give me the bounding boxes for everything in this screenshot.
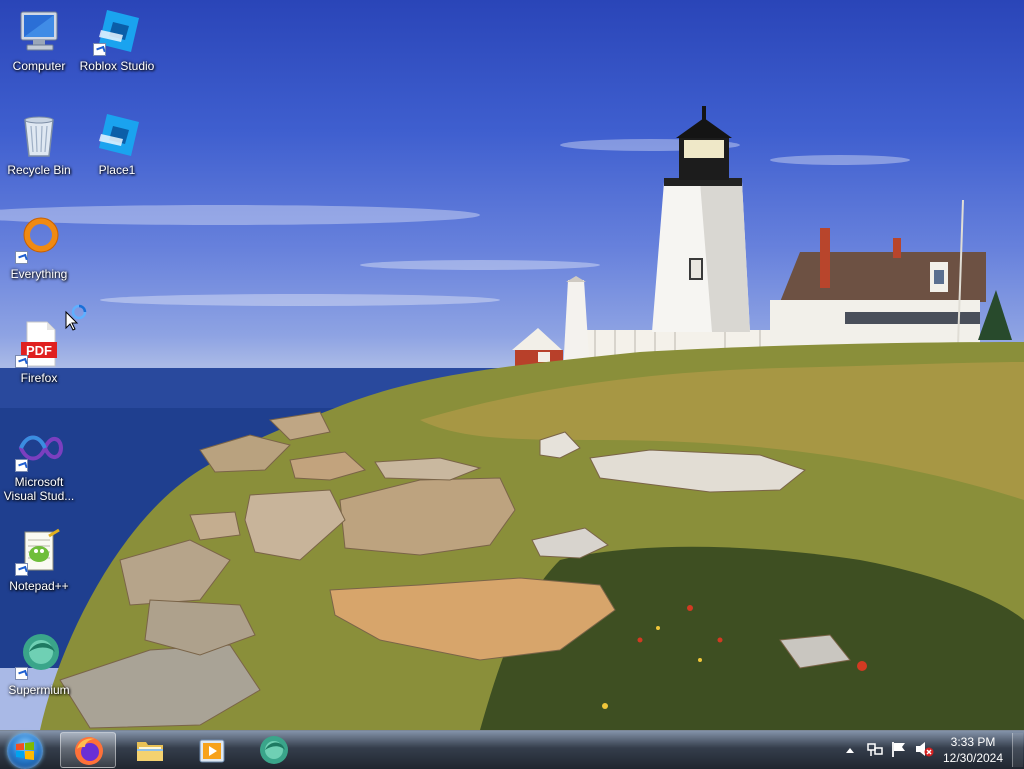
roblox-studio-icon bbox=[93, 112, 141, 160]
notepad-plus-plus-icon bbox=[15, 528, 63, 576]
volume-muted-icon[interactable] bbox=[914, 740, 934, 763]
clock-date: 12/30/2024 bbox=[942, 751, 1004, 765]
desktop-icon-notepad-plus-plus[interactable]: Notepad++ bbox=[0, 528, 78, 593]
firefox-icon bbox=[75, 737, 103, 765]
pdf-file-icon: PDF bbox=[15, 320, 63, 368]
taskbar-button-supermium[interactable] bbox=[246, 732, 302, 768]
computer-icon bbox=[15, 8, 63, 56]
desktop-icon-label: Computer bbox=[12, 59, 66, 73]
action-center-flag-icon[interactable] bbox=[890, 740, 908, 763]
show-hidden-icons-chevron-icon[interactable] bbox=[845, 743, 855, 761]
recycle-bin-icon bbox=[15, 112, 63, 160]
desktop-icon-label: Roblox Studio bbox=[79, 59, 155, 73]
supermium-icon bbox=[15, 632, 63, 680]
desktop-icon-roblox-studio[interactable]: Roblox Studio bbox=[78, 8, 156, 73]
everything-search-icon bbox=[15, 216, 63, 264]
desktop-icon-label: Supermium bbox=[8, 683, 70, 697]
network-icon[interactable] bbox=[866, 740, 884, 763]
desktop-icon-label: Recycle Bin bbox=[7, 163, 71, 177]
pdf-badge-text: PDF bbox=[26, 343, 52, 358]
clock-time: 3:33 PM bbox=[950, 735, 996, 749]
shortcut-arrow-icon bbox=[15, 667, 28, 680]
desktop-icon-label: Microsoft Visual Stud... bbox=[3, 475, 75, 503]
taskbar: 3:33 PM 12/30/2024 bbox=[0, 730, 1024, 769]
system-clock[interactable]: 3:33 PM 12/30/2024 bbox=[936, 734, 1010, 766]
roblox-studio-icon bbox=[93, 8, 141, 56]
folder-icon bbox=[137, 742, 163, 761]
shortcut-arrow-icon bbox=[15, 563, 28, 576]
visual-studio-icon bbox=[15, 424, 64, 472]
shortcut-arrow-icon bbox=[15, 251, 28, 264]
desktop-icon-label: Place1 bbox=[98, 163, 136, 177]
taskbar-button-media-player[interactable] bbox=[184, 732, 240, 768]
desktop-icon-everything[interactable]: Everything bbox=[0, 216, 78, 281]
desktop-icon-visual-studio[interactable]: Microsoft Visual Stud... bbox=[0, 424, 78, 503]
shortcut-arrow-icon bbox=[15, 355, 28, 368]
desktop-icon-recycle-bin[interactable]: Recycle Bin bbox=[0, 112, 78, 177]
desktop-icon-label: Notepad++ bbox=[9, 579, 69, 593]
shortcut-arrow-icon bbox=[15, 459, 28, 472]
windows-start-orb-icon[interactable] bbox=[7, 733, 43, 769]
shortcut-arrow-icon bbox=[93, 43, 106, 56]
desktop-icon-label: Everything bbox=[10, 267, 68, 281]
desktop-icon-label: Firefox bbox=[20, 371, 58, 385]
desktop-icon-supermium[interactable]: Supermium bbox=[0, 632, 78, 697]
media-player-icon bbox=[199, 739, 225, 763]
desktop-wallpaper bbox=[0, 0, 1024, 730]
desktop-icon-place1[interactable]: Place1 bbox=[78, 112, 156, 177]
supermium-icon bbox=[260, 736, 288, 764]
desktop-icon-computer[interactable]: Computer bbox=[0, 8, 78, 73]
show-desktop-button[interactable] bbox=[1012, 733, 1023, 767]
mouse-cursor-busy-icon bbox=[64, 304, 92, 332]
taskbar-button-file-explorer[interactable] bbox=[122, 732, 178, 768]
taskbar-button-firefox[interactable] bbox=[60, 732, 116, 768]
